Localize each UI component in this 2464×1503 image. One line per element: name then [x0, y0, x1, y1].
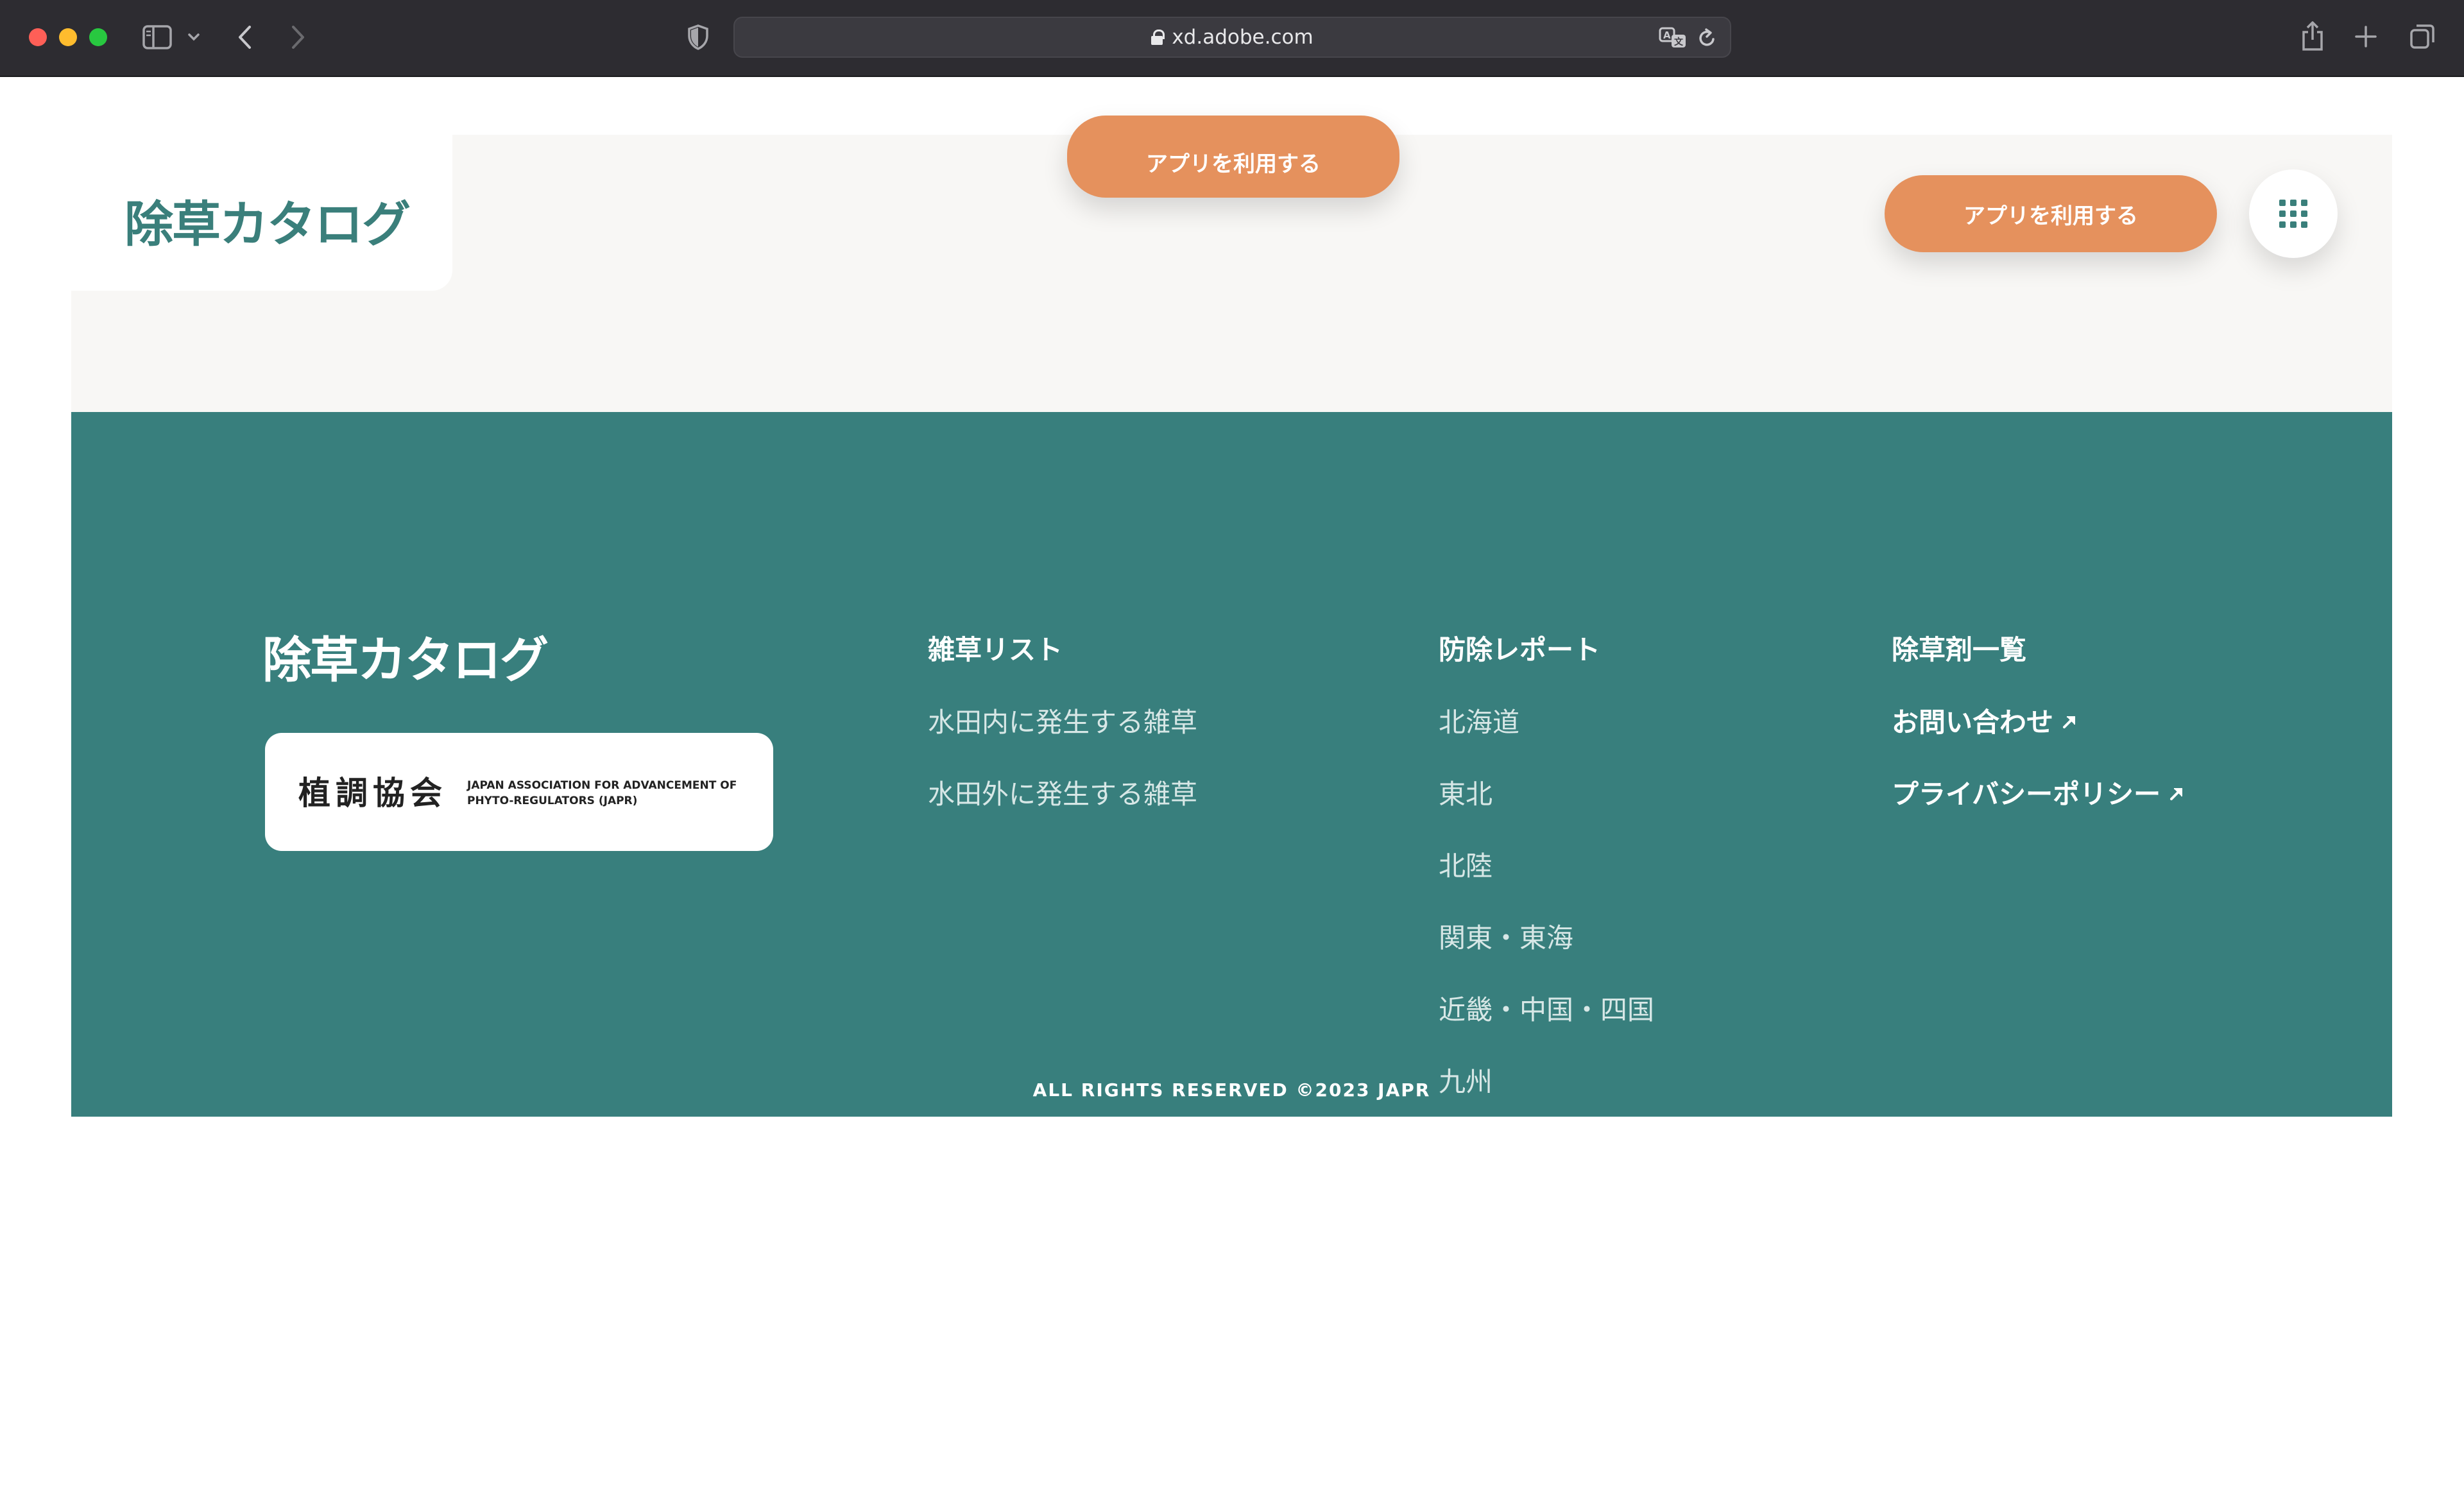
contact-link[interactable]: お問い合わせ: [1892, 701, 2078, 740]
browser-toolbar: xd.adobe.com A文: [0, 0, 2464, 77]
zoom-window-button[interactable]: [89, 28, 107, 46]
tabs-icon[interactable]: [2409, 23, 2436, 50]
grid-menu-icon: [2279, 200, 2307, 228]
lock-icon: [1151, 30, 1165, 45]
footer-logo[interactable]: 除草カタログ: [262, 621, 549, 691]
close-window-button[interactable]: [29, 28, 47, 46]
external-link-icon: [2063, 716, 2076, 728]
reports-link-kanto-tokai[interactable]: 関東・東海: [1439, 916, 1573, 956]
translate-icon[interactable]: A文: [1659, 26, 1687, 50]
japr-english-line2: PHYTO-REGULATORS (JAPR): [467, 794, 638, 807]
header-logo[interactable]: 除草カタログ: [124, 185, 411, 255]
reports-link-tohoku[interactable]: 東北: [1439, 773, 1493, 812]
japr-english-name: JAPAN ASSOCIATION FOR ADVANCEMENT OF PHY…: [467, 778, 737, 809]
use-app-button[interactable]: アプリを利用する: [1885, 175, 2217, 252]
sidebar-icon[interactable]: [142, 24, 172, 50]
contact-link-label: お問い合わせ: [1892, 707, 2054, 738]
url-text: xd.adobe.com: [1172, 26, 1313, 49]
weeds-link-inside-paddy[interactable]: 水田内に発生する雑草: [928, 701, 1197, 740]
weeds-heading[interactable]: 雑草リスト: [928, 628, 1063, 667]
japr-kanji: 植調協会: [298, 774, 447, 812]
privacy-policy-link[interactable]: プライバシーポリシー: [1892, 773, 2185, 812]
japr-partner-logo[interactable]: 植調協会 JAPAN ASSOCIATION FOR ADVANCEMENT O…: [265, 733, 773, 851]
privacy-policy-link-label: プライバシーポリシー: [1892, 778, 2161, 810]
minimize-window-button[interactable]: [59, 28, 77, 46]
chevron-down-icon[interactable]: [187, 31, 200, 44]
svg-text:文: 文: [1674, 37, 1684, 47]
plus-icon[interactable]: [2354, 24, 2378, 49]
menu-button[interactable]: [2249, 169, 2338, 258]
site-footer: 除草カタログ 植調協会 JAPAN ASSOCIATION FOR ADVANC…: [71, 412, 2392, 1117]
reports-link-kinki-chugoku-shikoku[interactable]: 近畿・中国・四国: [1439, 988, 1654, 1027]
svg-text:A: A: [1663, 30, 1671, 41]
forward-icon[interactable]: [289, 23, 308, 51]
use-app-button-center[interactable]: アプリを利用する: [1067, 116, 1399, 198]
address-bar[interactable]: xd.adobe.com A文: [733, 17, 1731, 58]
reports-heading[interactable]: 防除レポート: [1439, 628, 1600, 667]
external-link-icon: [2170, 787, 2183, 800]
back-icon[interactable]: [235, 23, 254, 51]
copyright: ALL RIGHTS RESERVED ©2023 JAPR: [1032, 1079, 1431, 1101]
reload-icon[interactable]: [1696, 27, 1718, 49]
shield-icon[interactable]: [687, 23, 710, 51]
reports-link-hokuriku[interactable]: 北陸: [1439, 845, 1493, 884]
use-app-button-label: アプリを利用する: [1964, 203, 2138, 229]
japr-english-line1: JAPAN ASSOCIATION FOR ADVANCEMENT OF: [467, 779, 737, 792]
herbicides-heading[interactable]: 除草剤一覧: [1892, 628, 2026, 667]
share-icon[interactable]: [2300, 19, 2325, 53]
reports-link-hokkaido[interactable]: 北海道: [1439, 701, 1519, 740]
hero-section: 除草カタログ アプリを利用する アプリを利用する: [71, 116, 2392, 412]
header-logo-card[interactable]: 除草カタログ: [71, 135, 452, 291]
page: 除草カタログ アプリを利用する アプリを利用する 除草カタログ 植調協会 JAP…: [71, 116, 2392, 1117]
use-app-button-label: アプリを利用する: [1146, 151, 1321, 177]
weeds-link-outside-paddy[interactable]: 水田外に発生する雑草: [928, 773, 1197, 812]
